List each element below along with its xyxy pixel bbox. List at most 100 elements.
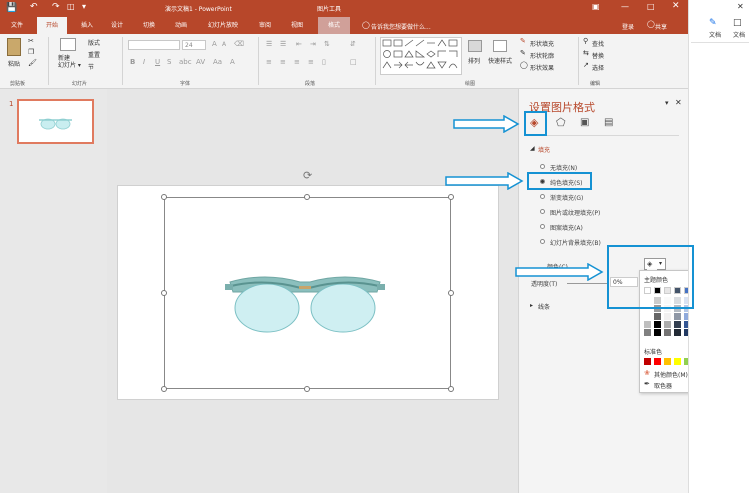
theme-color-shade[interactable]: [664, 329, 671, 336]
option-background-fill[interactable]: 幻灯片背景填充(B): [550, 238, 601, 247]
tab-review[interactable]: 审阅: [252, 17, 278, 34]
shape-outline-button[interactable]: 形状轮廓: [530, 51, 554, 60]
shapes-gallery[interactable]: [380, 37, 462, 75]
share-button[interactable]: 共享: [655, 22, 667, 31]
radio-picture-fill[interactable]: [540, 209, 545, 214]
quick-styles-button[interactable]: 快速样式: [488, 56, 512, 65]
eyedropper-option[interactable]: 取色器: [654, 381, 672, 390]
format-painter-icon[interactable]: 🖌: [28, 59, 37, 67]
resize-handle-ml[interactable]: [161, 290, 167, 296]
clear-format-icon[interactable]: ⌫: [234, 40, 244, 48]
theme-color-shade[interactable]: [654, 321, 661, 328]
ribbon-display-options-icon[interactable]: ▣: [592, 2, 600, 11]
replace-button[interactable]: 替换: [592, 51, 604, 60]
tab-home[interactable]: 开始: [37, 17, 67, 34]
folder-icon[interactable]: □: [733, 18, 742, 28]
quick-access-dropdown-icon[interactable]: ▾: [82, 2, 86, 11]
tab-insert[interactable]: 插入: [74, 17, 100, 34]
find-button[interactable]: 查找: [592, 39, 604, 48]
decrease-indent-icon[interactable]: ⇤: [296, 40, 302, 48]
shape-effect-icon[interactable]: ◯: [520, 61, 528, 69]
panel-options-icon[interactable]: ▾: [665, 99, 669, 107]
tab-format[interactable]: 格式: [318, 17, 350, 34]
arrange-button[interactable]: 排列: [468, 56, 480, 65]
resize-handle-br[interactable]: [448, 386, 454, 392]
tab-file[interactable]: 文件: [4, 17, 30, 34]
theme-color-shade[interactable]: [654, 313, 661, 320]
login-link[interactable]: 登录: [622, 22, 634, 31]
picture-tab-icon[interactable]: ▤: [604, 117, 613, 128]
transparency-slider[interactable]: [567, 283, 607, 284]
standard-color-swatch[interactable]: [674, 358, 681, 365]
theme-color-shade[interactable]: [674, 321, 681, 328]
radio-background-fill[interactable]: [540, 239, 545, 244]
font-color-icon[interactable]: A: [230, 58, 235, 66]
radio-gradient-fill[interactable]: [540, 194, 545, 199]
effects-tab-icon[interactable]: ⬠: [556, 116, 566, 129]
text-direction-icon[interactable]: ⇵: [350, 40, 356, 48]
layout-button[interactable]: 版式: [88, 38, 100, 47]
standard-color-swatch[interactable]: [644, 358, 651, 365]
panel-close-icon[interactable]: ✕: [675, 98, 682, 107]
resize-handle-tl[interactable]: [161, 194, 167, 200]
shape-fill-button[interactable]: 形状填充: [530, 39, 554, 48]
reset-button[interactable]: 重置: [88, 50, 100, 59]
resize-handle-mr[interactable]: [448, 290, 454, 296]
tab-slideshow[interactable]: 幻灯片放映: [200, 17, 246, 34]
option-pattern-fill[interactable]: 图案填充(A): [550, 223, 583, 232]
smartart-icon[interactable]: □: [350, 58, 357, 66]
tab-transitions[interactable]: 切换: [136, 17, 162, 34]
theme-color-shade[interactable]: [664, 321, 671, 328]
cut-icon[interactable]: ✂: [28, 37, 34, 45]
theme-color-shade[interactable]: [644, 329, 651, 336]
paste-icon[interactable]: [7, 38, 21, 56]
shrink-font-icon[interactable]: A: [222, 41, 226, 48]
size-properties-tab-icon[interactable]: ▣: [580, 117, 589, 128]
close-icon[interactable]: ✕: [672, 1, 680, 11]
standard-color-swatch[interactable]: [664, 358, 671, 365]
new-document-icon[interactable]: ✎: [709, 18, 717, 28]
resize-handle-bm[interactable]: [304, 386, 310, 392]
arrange-icon[interactable]: [468, 40, 482, 52]
undo-icon[interactable]: ↶: [30, 2, 38, 12]
rotate-handle-icon[interactable]: ⟳: [303, 169, 312, 182]
theme-color-shade[interactable]: [664, 313, 671, 320]
theme-color-shade[interactable]: [644, 313, 651, 320]
radio-pattern-fill[interactable]: [540, 224, 545, 229]
resize-handle-tm[interactable]: [304, 194, 310, 200]
tell-me-box[interactable]: 告诉我您想要做什么...: [371, 22, 431, 31]
new-slide-icon[interactable]: [60, 38, 76, 51]
radio-no-fill[interactable]: [540, 164, 545, 169]
save-icon[interactable]: 💾: [6, 3, 17, 13]
theme-color-shade[interactable]: [644, 321, 651, 328]
align-left-icon[interactable]: ≡: [266, 58, 272, 66]
shape-fill-icon[interactable]: ✎: [520, 37, 526, 45]
bullets-icon[interactable]: ☰: [266, 40, 272, 48]
fill-section-toggle-icon[interactable]: ◢: [530, 145, 535, 152]
strip-close-icon[interactable]: ✕: [737, 2, 744, 11]
char-spacing-icon[interactable]: AV: [196, 58, 205, 66]
tab-view[interactable]: 视图: [284, 17, 310, 34]
theme-color-shade[interactable]: [674, 329, 681, 336]
section-button[interactable]: 节: [88, 62, 94, 71]
numbering-icon[interactable]: ☰: [280, 40, 286, 48]
theme-color-shade[interactable]: [674, 313, 681, 320]
strikethrough-icon[interactable]: abc: [179, 58, 192, 66]
underline-icon[interactable]: U: [155, 58, 160, 66]
resize-handle-bl[interactable]: [161, 386, 167, 392]
redo-icon[interactable]: ↷: [52, 2, 60, 12]
tab-design[interactable]: 设计: [104, 17, 130, 34]
shape-outline-icon[interactable]: ✎: [520, 49, 526, 57]
standard-color-swatch[interactable]: [654, 358, 661, 365]
option-gradient-fill[interactable]: 渐变填充(G): [550, 193, 583, 202]
maximize-icon[interactable]: □: [647, 2, 655, 11]
increase-indent-icon[interactable]: ⇥: [310, 40, 316, 48]
font-size-box[interactable]: 24: [182, 40, 206, 50]
replace-icon[interactable]: ⇆: [583, 49, 589, 57]
find-icon[interactable]: ⚲: [583, 37, 588, 45]
slide-thumbnail[interactable]: [17, 99, 94, 144]
start-from-beginning-icon[interactable]: ◫: [67, 2, 75, 11]
line-spacing-icon[interactable]: ⇅: [324, 40, 330, 48]
grow-font-icon[interactable]: A: [212, 40, 217, 48]
shape-effect-button[interactable]: 形状效果: [530, 63, 554, 72]
